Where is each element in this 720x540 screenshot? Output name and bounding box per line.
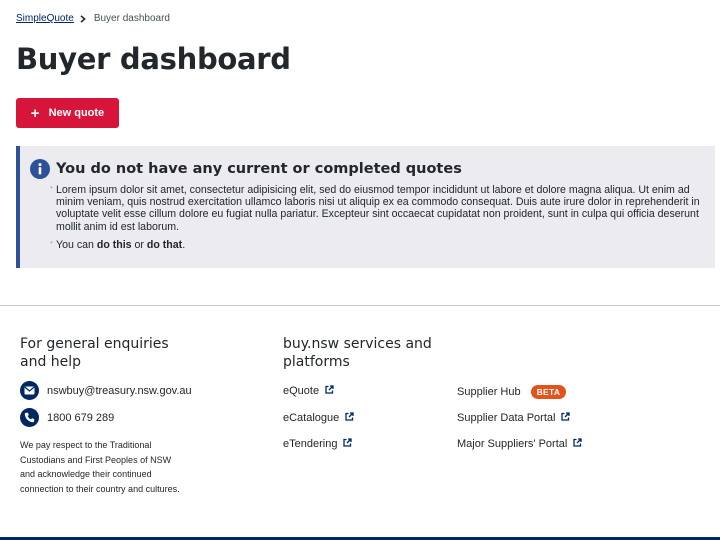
external-link-icon: [573, 438, 582, 450]
page-title: Buyer dashboard: [16, 42, 291, 76]
breadcrumb: SimpleQuote Buyer dashboard: [16, 13, 170, 24]
plus-icon: +: [30, 104, 40, 122]
do-that-link[interactable]: do that: [147, 239, 182, 251]
beta-badge: BETA: [530, 385, 567, 399]
services-heading: buy.nsw services and platforms: [283, 336, 432, 370]
new-quote-button[interactable]: + New quote: [16, 98, 119, 128]
acknowledgement-text: We pay respect to the Traditional Custod…: [20, 440, 180, 494]
external-link-icon: [325, 385, 334, 397]
breadcrumb-current: Buyer dashboard: [93, 13, 170, 24]
info-notice: You do not have any current or completed…: [16, 146, 715, 268]
external-link-icon: [561, 412, 571, 424]
supplier-data-portal-link[interactable]: Supplier Data Portal: [457, 412, 571, 424]
phone-contact[interactable]: 1800 679 289: [20, 408, 114, 427]
email-contact[interactable]: nswbuy@treasury.nsw.gov.au: [20, 381, 192, 400]
email-address[interactable]: nswbuy@treasury.nsw.gov.au: [47, 385, 192, 397]
info-icon: [30, 159, 50, 179]
etendering-link[interactable]: eTendering: [283, 438, 353, 450]
equote-link[interactable]: eQuote: [283, 385, 334, 397]
ecatalogue-link[interactable]: eCatalogue: [283, 412, 354, 424]
do-this-link[interactable]: do this: [97, 239, 132, 251]
phone-number[interactable]: 1800 679 289: [47, 412, 114, 424]
breadcrumb-home-link[interactable]: SimpleQuote: [16, 13, 74, 24]
supplier-hub-link[interactable]: Supplier Hub BETA: [457, 385, 567, 399]
new-quote-label: New quote: [48, 107, 105, 119]
notice-body: • Lorem ipsum dolor sit amet, consectetur…: [50, 183, 706, 257]
notice-title: You do not have any current or completed…: [56, 161, 462, 177]
email-icon: [20, 381, 39, 400]
chevron-right-icon: [80, 14, 86, 23]
footer-divider: [0, 305, 720, 306]
notice-paragraph: • Lorem ipsum dolor sit amet, consectetur…: [50, 183, 700, 233]
enquiries-heading: For general enquiries and help: [20, 336, 169, 370]
external-link-icon: [345, 412, 354, 424]
external-link-icon: [343, 438, 353, 450]
major-suppliers-portal-link[interactable]: Major Suppliers' Portal: [457, 438, 582, 450]
phone-icon: [20, 408, 39, 427]
notice-actions-line: • You can do this or do that.: [50, 237, 186, 251]
